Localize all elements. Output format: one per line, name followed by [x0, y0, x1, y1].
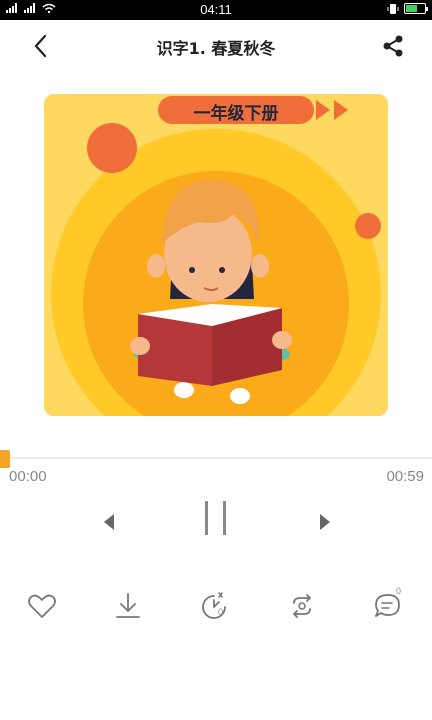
download-icon [116, 593, 140, 618]
current-time: 00:00 [9, 468, 47, 485]
favorite-button[interactable] [26, 590, 58, 622]
download-button[interactable] [112, 590, 144, 622]
repeat-button[interactable] [286, 590, 318, 622]
total-time: 00:59 [386, 468, 424, 485]
battery-icon [404, 3, 428, 14]
cover-banner-text: 一年级下册 [193, 104, 279, 124]
status-time: 04:11 [200, 2, 232, 17]
pause-icon [205, 501, 226, 535]
header: 识字1. 春夏秋冬 [0, 20, 432, 72]
share-icon [383, 35, 403, 57]
speed-button[interactable]: 0 [200, 590, 232, 622]
cover-illustration [44, 94, 388, 416]
progress-knob[interactable] [0, 450, 10, 468]
heart-icon [28, 594, 56, 618]
next-button[interactable] [316, 510, 336, 534]
progress-track[interactable] [0, 457, 432, 459]
status-bar: 04:11 [0, 0, 432, 20]
share-button[interactable] [380, 33, 406, 59]
speed-badge: 0 [218, 607, 224, 617]
timer-icon [202, 592, 226, 619]
previous-button[interactable] [98, 510, 118, 534]
status-right-icons [387, 3, 428, 14]
album-cover: 一年级下册 [44, 94, 388, 416]
previous-icon [104, 514, 114, 530]
comment-badge: 0 [396, 586, 402, 596]
vibrate-icon [387, 3, 399, 14]
comment-button[interactable]: 0 [372, 586, 404, 622]
pause-button[interactable] [196, 498, 236, 538]
repeat-icon [293, 594, 311, 618]
next-icon [320, 514, 330, 530]
page-title: 识字1. 春夏秋冬 [156, 39, 276, 58]
